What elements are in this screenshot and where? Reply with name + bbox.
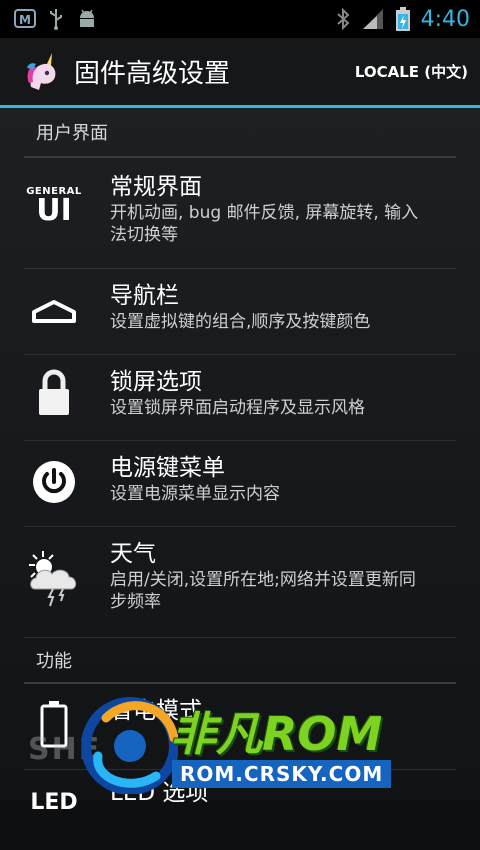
usb-icon [50, 9, 62, 30]
watermark-swirl-logo [82, 697, 178, 794]
list-item-summary: 设置电源菜单显示内容 [110, 484, 280, 504]
battery-charging-icon [395, 7, 410, 31]
list-item-title: 锁屏选项 [110, 369, 202, 395]
list-item-general-ui[interactable]: GENERAL UI 常规界面 开机动画, bug 邮件反馈, 屏幕旋转, 输入… [24, 158, 456, 269]
list-item-summary: 设置锁屏界面启动程序及显示风格 [110, 398, 365, 418]
list-item-title: 常规界面 [110, 174, 202, 200]
list-item-summary: 开机动画, bug 邮件反馈, 屏幕旋转, 输入法切换等 [110, 203, 419, 245]
svg-text:M: M [19, 13, 31, 27]
signal-icon [362, 9, 383, 29]
watermark: SHE 非凡ROM ROM.CRSKY.COM [20, 692, 480, 800]
category-header-ui: 用户界面 [24, 108, 456, 158]
power-icon [33, 461, 75, 503]
watermark-url: ROM.CRSKY.COM [172, 760, 392, 788]
watermark-brand: 非凡ROM [170, 707, 383, 761]
list-item-summary: 启用/关闭,设置所在地;网络并设置更新同步频率 [110, 570, 416, 612]
list-item-lockscreen[interactable]: 锁屏选项 设置锁屏界面启动程序及显示风格 [24, 355, 456, 441]
list-item-title: 导航栏 [110, 283, 179, 309]
bluetooth-icon [336, 7, 350, 31]
list-item-title: 天气 [110, 541, 156, 567]
navigation-bar-icon [32, 300, 76, 323]
clock: 4:40 [420, 6, 470, 32]
list-item-navigation-bar[interactable]: 导航栏 设置虚拟键的组合,顺序及按键颜色 [24, 269, 456, 355]
general-ui-icon: GENERAL UI [24, 158, 84, 228]
list-item-weather[interactable]: 天气 启用/关闭,设置所在地;网络并设置更新同步频率 [24, 527, 456, 638]
category-header-features: 功能 [24, 638, 456, 684]
general-ui-icon-main: UI [36, 193, 72, 228]
mail-icon: M [14, 9, 36, 28]
weather-icon [29, 551, 77, 607]
page-title: 固件高级设置 [74, 59, 231, 89]
locale-button[interactable]: LOCALE (中文) [355, 61, 468, 82]
android-debug-icon [80, 9, 94, 27]
lock-icon [39, 369, 69, 415]
status-bar: M 4:40 [0, 0, 480, 38]
unicorn-icon[interactable] [22, 52, 62, 92]
list-item-power-menu[interactable]: 电源键菜单 设置电源菜单显示内容 [24, 441, 456, 527]
action-bar: 固件高级设置 LOCALE (中文) [0, 38, 480, 108]
list-item-summary: 设置虚拟键的组合,顺序及按键颜色 [110, 312, 371, 332]
list-item-title: 电源键菜单 [110, 455, 225, 481]
